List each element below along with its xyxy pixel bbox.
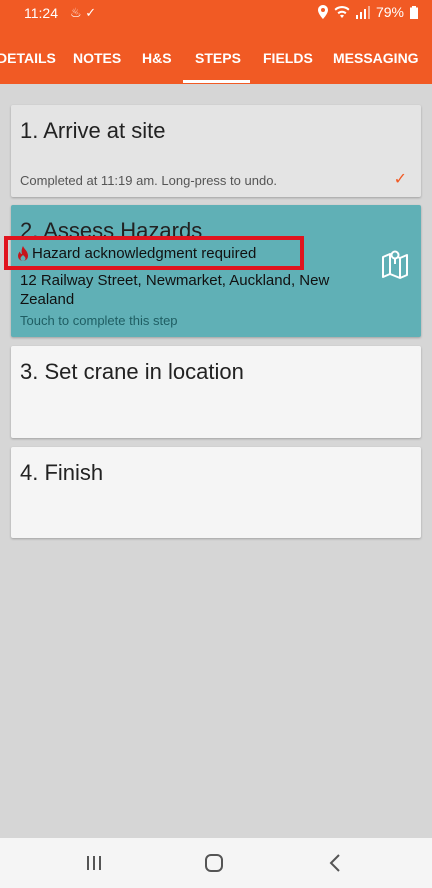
hazard-warning[interactable]: Hazard acknowledgment required: [4, 236, 304, 270]
app-notification-icon: ♨: [70, 5, 82, 20]
system-icons: 79%: [317, 4, 418, 20]
wifi-icon: [334, 5, 350, 18]
notification-icons: ♨ ✓: [70, 5, 96, 21]
step-card-set-crane-in-location[interactable]: 3. Set crane in location: [11, 346, 421, 438]
signal-icon: [355, 5, 370, 19]
step-title: 4. Finish: [20, 460, 104, 485]
tab-messaging[interactable]: MESSAGING: [333, 50, 419, 66]
home-button[interactable]: [202, 852, 226, 874]
status-bar: 11:24 ♨ ✓ 79%: [0, 0, 432, 28]
tab-bar: DETAILS NOTES H&S STEPS FIELDS MESSAGING: [0, 28, 432, 84]
step-completed-note: Completed at 11:19 am. Long-press to und…: [20, 173, 278, 188]
hazard-acknowledgment-label: Hazard acknowledgment required: [32, 245, 257, 262]
tab-hs[interactable]: H&S: [142, 50, 172, 66]
navigation-bar: [0, 838, 432, 888]
map-icon[interactable]: [381, 249, 409, 279]
active-tab-indicator: [183, 80, 250, 83]
step-address: 12 Railway Street, Newmarket, Auckland, …: [20, 272, 330, 308]
back-button[interactable]: [324, 852, 348, 874]
step-title: 3. Set crane in location: [20, 359, 244, 384]
flame-icon: [18, 246, 28, 261]
tab-details[interactable]: DETAILS: [0, 50, 56, 66]
battery-icon: [410, 5, 418, 19]
step-title: 1. Arrive at site: [20, 118, 166, 143]
tab-notes[interactable]: NOTES: [73, 50, 121, 66]
step-card-assess-hazards[interactable]: 2. Assess Hazards Hazard acknowledgment …: [4, 205, 421, 337]
battery-level: 79%: [375, 4, 404, 20]
check-notification-icon: ✓: [85, 5, 97, 20]
tab-steps[interactable]: STEPS: [195, 50, 241, 66]
step-hint: Touch to complete this step: [20, 313, 178, 328]
tab-fields[interactable]: FIELDS: [263, 50, 313, 66]
recent-apps-button[interactable]: [82, 852, 106, 874]
check-icon: ✓: [393, 171, 407, 188]
step-card-finish[interactable]: 4. Finish: [11, 447, 421, 538]
clock: 11:24: [24, 5, 58, 21]
location-icon: [317, 5, 328, 19]
step-card-arrive-at-site[interactable]: 1. Arrive at site Completed at 11:19 am.…: [11, 105, 421, 197]
